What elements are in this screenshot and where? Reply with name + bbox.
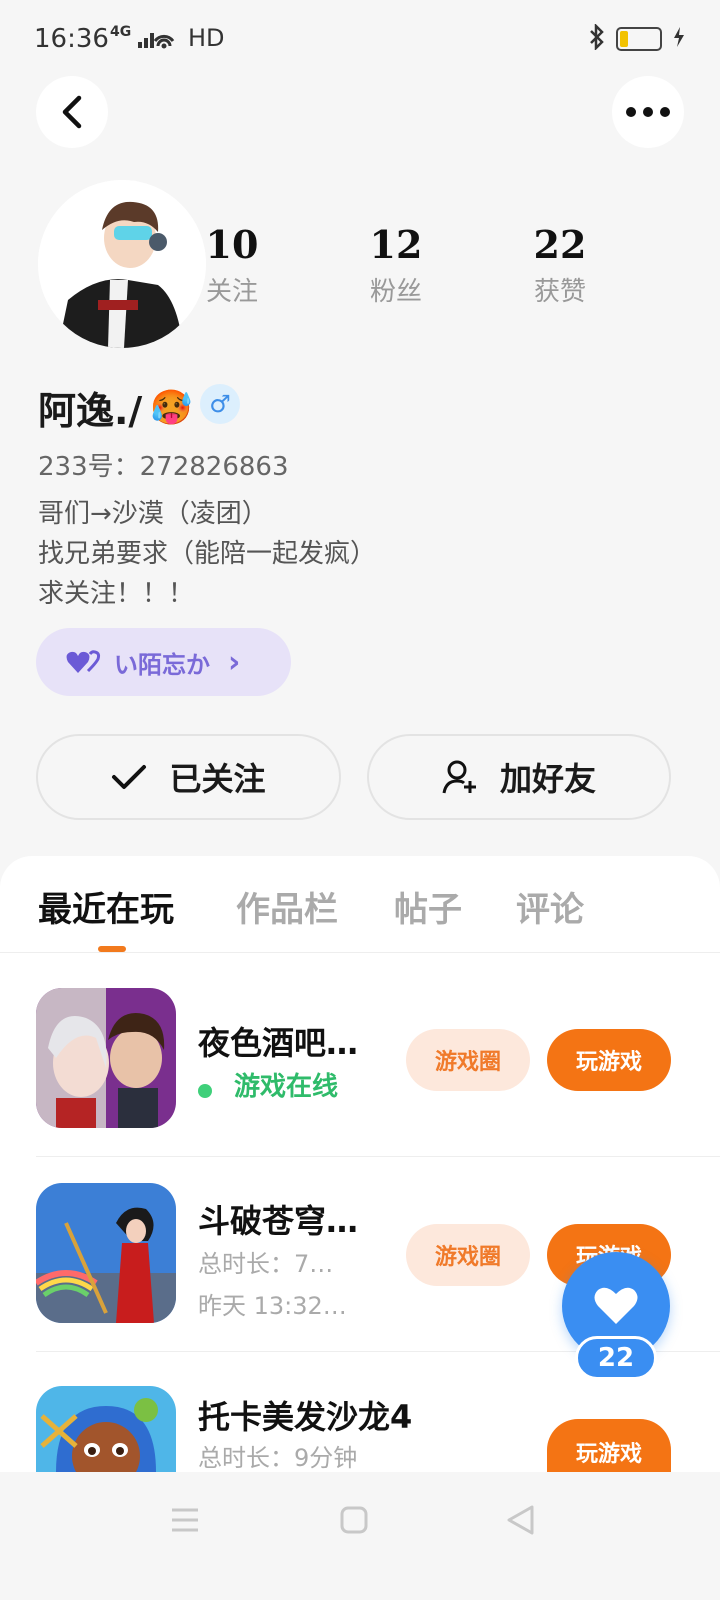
stat-label: 获赞 — [533, 277, 586, 307]
play-duration: 总时长：7… — [198, 1250, 334, 1278]
gender-male-icon: ♂ — [200, 384, 240, 424]
status-right — [588, 22, 686, 54]
stat-label: 粉丝 — [369, 277, 422, 307]
user-id[interactable]: 233号：272826863 — [38, 446, 289, 483]
bio-line: 找兄弟要求（能陪一起发疯） — [38, 539, 377, 569]
game-icon[interactable] — [36, 988, 176, 1128]
last-played: 昨天 13:32… — [198, 1292, 347, 1320]
nickname-text: 阿逸./ — [38, 389, 143, 433]
battery-icon — [616, 27, 662, 51]
more-button[interactable] — [612, 76, 684, 148]
tab-posts[interactable]: 帖子 — [394, 882, 462, 931]
nickname-emoji: 🥵 — [150, 387, 193, 428]
tab-works[interactable]: 作品栏 — [236, 882, 338, 931]
stat-value: 10 — [205, 222, 259, 267]
like-count: 22 — [575, 1336, 657, 1380]
stat-likes[interactable]: 22 获赞 — [500, 222, 620, 308]
nickname: 阿逸./ 🥵 — [38, 380, 193, 435]
game-icon[interactable] — [36, 1386, 176, 1472]
add-friend-button[interactable]: 加好友 — [367, 734, 671, 820]
stat-label: 关注 — [205, 277, 258, 307]
game-icon[interactable] — [36, 1183, 176, 1323]
status-time: 16:36 — [34, 24, 109, 54]
chevron-right-icon: › — [228, 644, 241, 680]
play-game-button[interactable]: 玩游戏 — [547, 1419, 671, 1472]
menu-icon[interactable] — [170, 1506, 200, 1538]
hd-indicator: HD — [188, 24, 225, 52]
check-icon — [112, 765, 147, 789]
hearts-icon — [66, 650, 101, 673]
game-title[interactable]: 斗破苍穹… — [198, 1196, 358, 1242]
network-indicator: 4G — [110, 24, 132, 40]
online-dot-icon — [198, 1083, 212, 1098]
tab-recently-played[interactable]: 最近在玩 — [38, 882, 174, 931]
add-user-icon — [442, 760, 476, 794]
followed-label: 已关注 — [169, 760, 266, 798]
bio-line: 哥们→沙漠（凌团） — [38, 499, 268, 529]
game-title[interactable]: 夜色酒吧… — [198, 1018, 358, 1064]
back-nav-icon[interactable] — [506, 1504, 534, 1540]
online-status-text: 游戏在线 — [234, 1072, 339, 1102]
signal-icon — [136, 28, 180, 54]
add-friend-label: 加好友 — [499, 760, 596, 798]
play-duration: 总时长：9分钟 — [198, 1444, 358, 1472]
stat-value: 12 — [369, 222, 423, 267]
bluetooth-icon — [588, 22, 606, 54]
game-circle-button[interactable]: 游戏圈 — [406, 1224, 530, 1286]
row-divider — [36, 1156, 720, 1157]
friend-tag-button[interactable]: い陌忘か › — [36, 628, 291, 696]
game-circle-button[interactable]: 游戏圈 — [406, 1029, 530, 1091]
stat-followers[interactable]: 12 粉丝 — [336, 222, 456, 308]
friend-tag-label: い陌忘か — [114, 650, 210, 679]
more-dots-icon — [626, 107, 670, 117]
bio: 哥们→沙漠（凌团） 找兄弟要求（能陪一起发疯） 求关注！！！ — [38, 494, 376, 614]
online-status: 游戏在线 — [198, 1066, 338, 1103]
heart-icon — [594, 1287, 638, 1324]
stat-value: 22 — [533, 222, 587, 267]
back-button[interactable] — [36, 76, 108, 148]
charging-icon — [672, 26, 686, 52]
play-game-button[interactable]: 玩游戏 — [547, 1029, 671, 1091]
home-icon[interactable] — [340, 1506, 368, 1538]
tab-comments[interactable]: 评论 — [516, 882, 584, 931]
back-arrow-icon — [62, 95, 82, 129]
bio-line: 求关注！！！ — [38, 579, 195, 609]
stat-following[interactable]: 10 关注 — [172, 222, 292, 308]
game-title[interactable]: 托卡美发沙龙4 — [198, 1392, 412, 1438]
followed-button[interactable]: 已关注 — [36, 734, 341, 820]
tab-divider — [0, 952, 720, 953]
